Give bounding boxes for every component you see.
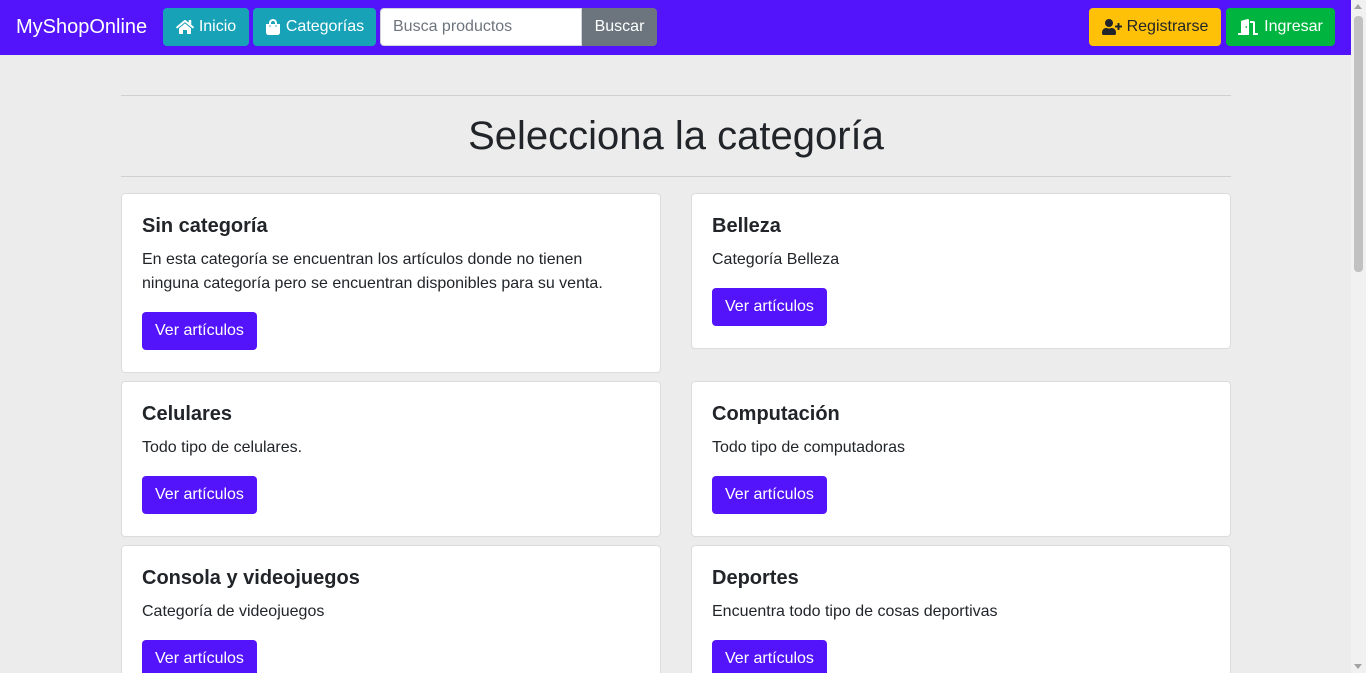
login-button[interactable]: Ingresar (1226, 8, 1335, 46)
login-label: Ingresar (1264, 18, 1323, 35)
scroll-thumb[interactable] (1354, 16, 1363, 272)
categories-label: Categorías (285, 18, 365, 35)
page-title: Selecciona la categoría (468, 114, 884, 158)
view-articles-button[interactable]: Ver artículos (142, 312, 257, 350)
scroll-down-arrow-icon[interactable] (1354, 664, 1362, 669)
user-plus-icon (1101, 19, 1122, 35)
search-input[interactable] (380, 8, 582, 46)
register-label: Registrarse (1126, 18, 1209, 35)
search-button[interactable]: Buscar (582, 8, 657, 46)
category-description: En esta categoría se encuentran los artí… (142, 251, 603, 292)
brand-logo[interactable]: MyShopOnline (16, 14, 147, 40)
category-name: Sin categoría (142, 215, 268, 237)
category-card-deportes: Deportes Encuentra todo tipo de cosas de… (691, 545, 1231, 673)
home-icon (175, 20, 194, 34)
category-name: Celulares (142, 403, 233, 425)
vertical-scrollbar[interactable] (1351, 0, 1366, 673)
category-description: Encuentra todo tipo de cosas deportivas (712, 603, 998, 620)
category-card-sin-categoria: Sin categoría En esta categoría se encue… (121, 193, 661, 373)
category-description: Todo tipo de computadoras (712, 439, 906, 456)
category-name: Consola y videojuegos (142, 567, 360, 589)
divider-top (121, 95, 1231, 96)
shopping-bag-icon (265, 19, 280, 35)
category-name: Belleza (712, 215, 781, 237)
view-articles-button[interactable]: Ver artículos (142, 640, 257, 673)
divider-bottom (121, 176, 1231, 177)
view-articles-button[interactable]: Ver artículos (712, 288, 827, 326)
navbar: MyShopOnline Inicio Categorías Buscar Re… (0, 0, 1351, 55)
register-button[interactable]: Registrarse (1089, 8, 1221, 46)
door-open-icon (1238, 19, 1259, 35)
category-card-consola-videojuegos: Consola y videojuegos Categoría de video… (121, 545, 661, 673)
scroll-up-arrow-icon[interactable] (1354, 4, 1362, 9)
view-articles-button[interactable]: Ver artículos (142, 476, 257, 514)
category-description: Categoría de videojuegos (142, 603, 325, 620)
home-button[interactable]: Inicio (163, 8, 249, 46)
view-articles-button[interactable]: Ver artículos (712, 476, 827, 514)
category-name: Deportes (712, 567, 799, 589)
categories-button[interactable]: Categorías (253, 8, 376, 46)
category-name: Computación (712, 403, 840, 425)
category-card-belleza: Belleza Categoría Belleza Ver artículos (691, 193, 1231, 349)
category-description: Todo tipo de celulares. (142, 439, 303, 456)
category-card-computacion: Computación Todo tipo de computadoras Ve… (691, 381, 1231, 537)
view-articles-button[interactable]: Ver artículos (712, 640, 827, 673)
home-label: Inicio (198, 18, 237, 35)
category-card-celulares: Celulares Todo tipo de celulares. Ver ar… (121, 381, 661, 537)
category-description: Categoría Belleza (712, 251, 840, 268)
